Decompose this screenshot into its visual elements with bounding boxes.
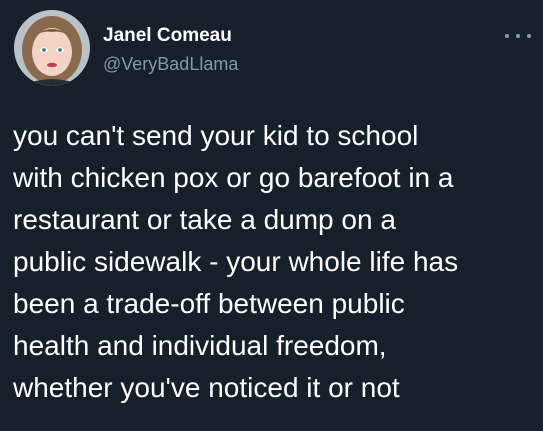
- tweet-text-line: whether you've noticed it or not: [13, 372, 400, 403]
- more-options-button[interactable]: [505, 26, 531, 46]
- tweet-text-line: health and individual freedom,: [13, 330, 387, 361]
- tweet-text-line: been a trade-off between public: [13, 288, 405, 319]
- user-handle[interactable]: @VeryBadLlama: [103, 53, 238, 75]
- display-name[interactable]: Janel Comeau: [103, 25, 232, 47]
- tweet-text-line: restaurant or take a dump on a: [13, 204, 396, 235]
- tweet-text-line: public sidewalk - your whole life has: [13, 246, 459, 277]
- avatar[interactable]: [14, 10, 90, 86]
- more-horizontal-icon-dot: [527, 34, 531, 38]
- more-horizontal-icon-dot: [516, 34, 520, 38]
- more-horizontal-icon: [505, 34, 509, 38]
- tweet-card: Janel Comeau @VeryBadLlama you can't sen…: [0, 0, 543, 431]
- tweet-text-line: you can't send your kid to school: [13, 120, 419, 151]
- tweet-text-line: with chicken pox or go barefoot in a: [13, 162, 454, 193]
- tweet-text: you can't send your kid to school with c…: [13, 115, 533, 409]
- avatar-photo-icon: [14, 10, 90, 86]
